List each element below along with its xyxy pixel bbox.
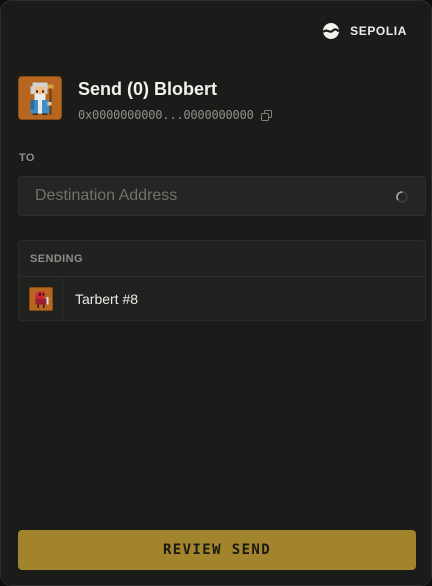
- review-send-button[interactable]: REVIEW SEND: [18, 530, 416, 570]
- network-globe-icon: [323, 23, 340, 39]
- network-label: SEPOLIA: [350, 24, 407, 38]
- item-name: Tarbert #8: [75, 291, 139, 307]
- page-title: Send (0) Blobert: [78, 79, 218, 99]
- sending-list: SENDING Tarbert #8: [18, 240, 426, 321]
- token-address: 0x0000000000...0000000000: [78, 108, 254, 122]
- send-header: Send (0) Blobert 0x0000000000...00000000…: [18, 76, 418, 122]
- spinner-icon: [396, 191, 408, 203]
- destination-address-input[interactable]: [35, 187, 395, 205]
- send-panel: SEPOLIA Send (0) Blobert 0x0000000000...…: [0, 0, 432, 586]
- copy-icon[interactable]: [260, 109, 272, 121]
- review-send-label: REVIEW SEND: [162, 542, 272, 558]
- sending-label: SENDING: [30, 252, 83, 265]
- header-text: Send (0) Blobert 0x0000000000...00000000…: [78, 76, 272, 122]
- sending-header: SENDING: [19, 241, 425, 277]
- destination-field[interactable]: [18, 176, 426, 216]
- blobert-avatar: [18, 76, 62, 120]
- list-item: Tarbert #8: [19, 277, 425, 321]
- to-label: TO: [19, 152, 35, 164]
- tarbert-thumbnail: [28, 287, 53, 311]
- address-row: 0x0000000000...0000000000: [78, 108, 272, 122]
- item-thumb-cell: [19, 277, 63, 321]
- network-indicator[interactable]: SEPOLIA: [322, 21, 407, 41]
